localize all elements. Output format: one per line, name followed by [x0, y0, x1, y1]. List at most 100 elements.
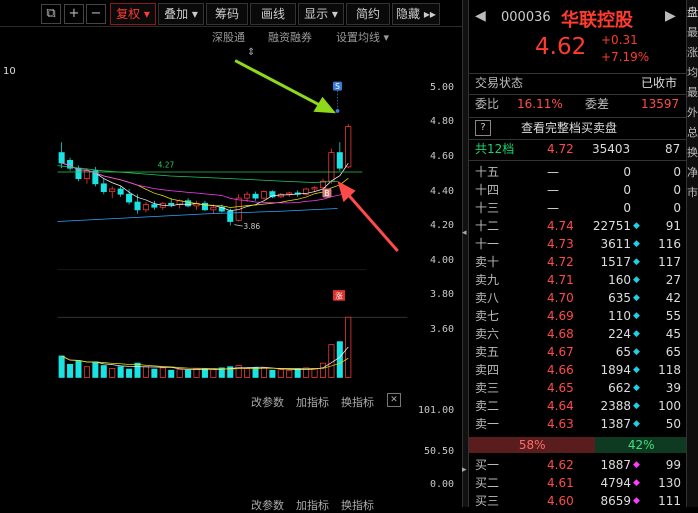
volume-bar[interactable] [67, 363, 74, 378]
volume-bar[interactable] [277, 369, 284, 378]
ask-row[interactable]: 卖八 4.70 635 ◆ 42 [469, 289, 687, 307]
switch-indicator-link-2[interactable]: 换指标 [341, 497, 374, 513]
candle[interactable] [286, 192, 293, 195]
display-button[interactable]: 显示 ▾ [298, 3, 344, 25]
ask-row[interactable]: 卖五 4.67 65 ◆ 65 [469, 343, 687, 361]
volume-bar[interactable] [58, 355, 65, 378]
candle[interactable] [336, 152, 343, 169]
next-stock-icon[interactable]: ▶ [665, 8, 676, 24]
candle[interactable] [168, 202, 175, 206]
volume-bar[interactable] [193, 368, 200, 378]
ask-row[interactable]: 卖十 4.72 1517 ◆ 117 [469, 253, 687, 271]
zoom-out-icon[interactable]: − [86, 4, 106, 24]
overlay-button[interactable]: 叠加 ▾ [158, 3, 204, 25]
collapse-left-icon[interactable]: ◂ [462, 228, 467, 238]
volume-bar[interactable] [151, 368, 158, 378]
volume-bar[interactable] [311, 368, 318, 378]
help-icon[interactable]: ? [475, 120, 491, 136]
ask-row[interactable]: 十二 4.74 22751 ◆ 91 [469, 217, 687, 235]
candle[interactable] [126, 193, 133, 203]
candle[interactable] [328, 152, 335, 182]
volume-bar[interactable] [210, 369, 217, 378]
volume-bar[interactable] [286, 369, 293, 378]
volume-bar[interactable] [269, 369, 276, 378]
hide-button[interactable]: 隐藏 ▸▸ [392, 3, 440, 25]
volume-bar[interactable] [83, 366, 90, 378]
simple-button[interactable]: 简约 [346, 3, 390, 25]
edit-params-link[interactable]: 改参数 [251, 394, 284, 410]
candle[interactable] [252, 193, 259, 199]
full-book-link[interactable]: 查看完整档买卖盘 [521, 119, 617, 137]
add-indicator-link[interactable]: 加指标 [296, 394, 329, 410]
volume-bar[interactable] [319, 362, 326, 378]
ask-row[interactable]: 卖三 4.65 662 ◆ 39 [469, 379, 687, 397]
ask-row[interactable]: 卖二 4.64 2388 ◆ 100 [469, 397, 687, 415]
candle[interactable] [117, 188, 124, 195]
volume-bar[interactable] [235, 365, 242, 378]
volume-bar[interactable] [100, 365, 107, 378]
kline-chart[interactable]: 4.27 3.86 S B 涨 [0, 44, 465, 394]
candle[interactable] [151, 204, 158, 208]
volume-bar[interactable] [244, 368, 251, 378]
collapse-right-icon[interactable]: ▸ [462, 465, 467, 475]
volume-bar[interactable] [294, 368, 301, 378]
volume-bar[interactable] [159, 367, 166, 378]
ask-row[interactable]: 卖九 4.71 160 ◆ 27 [469, 271, 687, 289]
full-book-row[interactable]: ? 查看完整档买卖盘 [469, 117, 687, 138]
copy-icon[interactable]: ⧉ [41, 4, 61, 24]
candle[interactable] [260, 191, 267, 199]
bid-row[interactable]: 买二 4.61 4794 ◆ 130 [469, 474, 687, 492]
candle[interactable] [311, 187, 318, 190]
candle[interactable] [345, 126, 352, 168]
bid-row[interactable]: 买一 4.62 1887 ◆ 99 [469, 456, 687, 474]
volume-bar[interactable] [142, 366, 149, 378]
candle[interactable] [58, 152, 65, 164]
volume-bar[interactable] [201, 368, 208, 378]
switch-indicator-link[interactable]: 换指标 [341, 394, 374, 410]
ask-row[interactable]: 卖六 4.68 224 ◆ 45 [469, 325, 687, 343]
volume-bar[interactable] [252, 367, 259, 378]
ask-row[interactable]: 十一 4.73 3611 ◆ 116 [469, 235, 687, 253]
ask-row[interactable]: 十五 — 0 0 [469, 163, 687, 181]
volume-bar[interactable] [260, 367, 267, 378]
volume-bar[interactable] [168, 369, 175, 378]
ask-orders: 0 [673, 165, 681, 179]
ask-volume: 65 [615, 345, 631, 359]
edit-params-link-2[interactable]: 改参数 [251, 497, 284, 513]
chips-button[interactable]: 筹码 [206, 3, 248, 25]
hk-connect-link[interactable]: 深股通 [212, 29, 245, 45]
zoom-in-icon[interactable]: + [64, 4, 84, 24]
candle[interactable] [210, 206, 217, 211]
volume-bar[interactable] [185, 369, 192, 378]
candle[interactable] [109, 188, 116, 192]
volume-bar[interactable] [109, 368, 116, 378]
add-indicator-link-2[interactable]: 加指标 [296, 497, 329, 513]
fuquan-button[interactable]: 复权 ▾ [110, 3, 156, 25]
ask-row[interactable]: 卖四 4.66 1894 ◆ 118 [469, 361, 687, 379]
draw-line-button[interactable]: 画线 [250, 3, 296, 25]
ask-row[interactable]: 十三 — 0 0 [469, 199, 687, 217]
volume-bar[interactable] [134, 362, 141, 378]
candle[interactable] [244, 193, 251, 199]
volume-bar[interactable] [176, 369, 183, 378]
ask-row[interactable]: 卖一 4.63 1387 ◆ 50 [469, 415, 687, 433]
buy-signal-marker[interactable]: B [322, 188, 332, 199]
volume-bar[interactable] [75, 360, 82, 378]
margin-link[interactable]: 融资融券 [268, 29, 312, 45]
ask-row[interactable]: 卖七 4.69 110 ◆ 55 [469, 307, 687, 325]
prev-stock-icon[interactable]: ◀ [475, 8, 486, 24]
bid-row[interactable]: 买三 4.60 8659 ◆ 111 [469, 492, 687, 510]
ask-price: 4.65 [547, 381, 574, 395]
volume-bar[interactable] [126, 368, 133, 378]
candle[interactable] [100, 183, 107, 192]
strip-label: 外 [687, 106, 698, 119]
candle[interactable] [142, 204, 149, 211]
ma-settings-link[interactable]: 设置均线 ▾ [336, 29, 389, 45]
ask-row[interactable]: 十四 — 0 0 [469, 181, 687, 199]
volume-bar[interactable] [336, 341, 343, 378]
candle[interactable] [134, 201, 141, 211]
sell-signal-marker[interactable]: S [332, 81, 343, 92]
close-icon[interactable]: ✕ [387, 393, 401, 407]
volume-bar[interactable] [92, 361, 99, 378]
volume-bar[interactable] [117, 366, 124, 378]
